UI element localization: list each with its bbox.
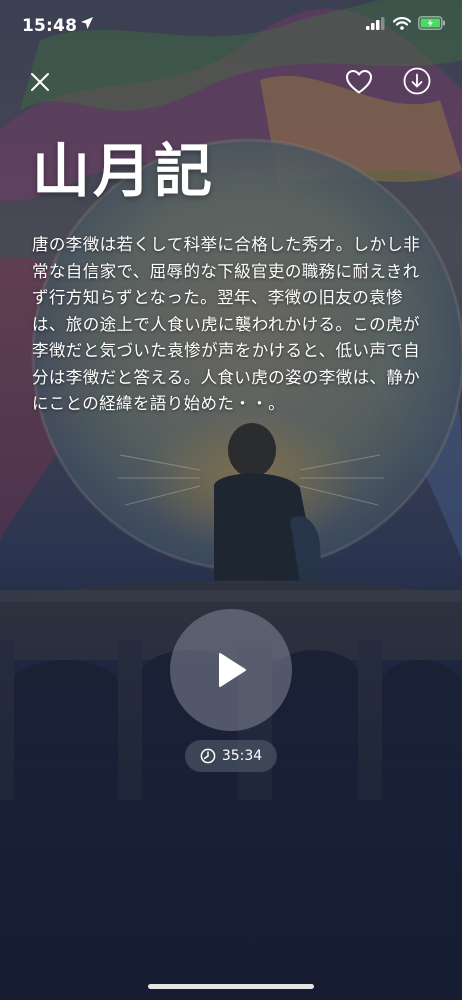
close-icon: [31, 73, 49, 91]
clock-icon: [200, 748, 216, 764]
heart-icon: [346, 70, 372, 94]
play-button[interactable]: [170, 609, 292, 731]
cellular-signal-icon: [366, 16, 385, 30]
status-indicators: [366, 16, 446, 30]
close-button[interactable]: [24, 66, 56, 98]
favorite-button[interactable]: [342, 66, 376, 98]
status-time: 15:48: [22, 16, 78, 36]
download-button[interactable]: [400, 64, 434, 98]
duration-text: 35:34: [221, 748, 263, 764]
story-description: 唐の李徴は若くして科挙に合格した秀才。しかし非常な自信家で、屈辱的な下級官吏の職…: [32, 235, 421, 413]
play-icon: [219, 653, 246, 687]
download-icon: [403, 67, 431, 95]
battery-charging-icon: [418, 16, 445, 30]
duration-badge: 35:34: [185, 740, 277, 772]
page-title: 山月記: [32, 137, 216, 205]
wifi-icon: [393, 16, 411, 30]
home-indicator[interactable]: [148, 984, 314, 989]
location-arrow-icon: [81, 17, 93, 29]
